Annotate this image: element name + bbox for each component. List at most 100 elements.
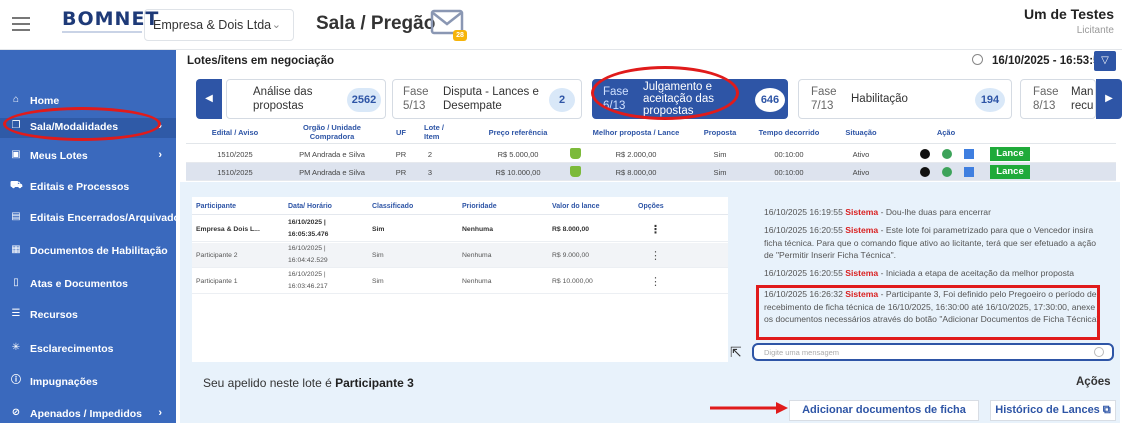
menu-icon[interactable] <box>12 17 30 31</box>
cart-icon: ⛟ <box>10 180 23 191</box>
sidebar-item-meus-lotes[interactable]: ▣ Meus Lotes › <box>0 147 176 167</box>
col-data: Data/ Horário <box>288 203 332 210</box>
cell-participante: Participante 1 <box>196 278 238 285</box>
phase-card-manifestacao[interactable]: Fase 8/13 Man recu <box>1020 79 1096 119</box>
cell-data: 16/10/2025 | <box>288 245 326 252</box>
company-select[interactable]: Empresa & Dois Ltda ⌄ <box>144 9 294 41</box>
lots-table-header: Edital / Aviso Orgão / Unidade Comprador… <box>186 122 1116 144</box>
block-icon: ⊘ <box>11 407 21 418</box>
cell-tempo: 00:10:00 <box>774 150 804 159</box>
cell-preco: R$ 5.000,00 <box>497 150 539 159</box>
table-row[interactable]: 1510/2025 PM Andrada e Silva PR 3 R$ 10.… <box>186 163 1116 181</box>
chat-message: 16/10/2025 16:20:55 Sistema - Este lote … <box>764 224 1104 262</box>
phase-prev-button[interactable]: ◀ <box>196 79 222 119</box>
sidebar-item-label: Meus Lotes <box>30 150 88 162</box>
cell-participante: Empresa & Dois L... <box>196 226 260 233</box>
filter-button[interactable]: ▽ <box>1094 51 1116 71</box>
cell-prioridade: Nenhuma <box>462 226 493 233</box>
sidebar-item-label: Editais Encerrados/Arquivados <box>30 212 186 224</box>
add-technical-docs-button[interactable]: Adicionar documentos de ficha técnica <box>789 400 979 421</box>
sidebar-item-habilitacao[interactable]: ▦ Documentos de Habilitação <box>0 242 176 262</box>
col-lote: Lote / Item <box>424 123 444 141</box>
phase-number: Fase 7/13 <box>811 86 837 112</box>
phase-card-habilitacao[interactable]: Fase 7/13 Habilitação 194 <box>798 79 1012 119</box>
page-title: Sala / Pregão <box>316 13 436 34</box>
kebab-menu-icon[interactable]: ⋮ <box>650 223 661 236</box>
cell-situacao: Ativo <box>852 150 870 159</box>
cell-lote: 3 <box>427 168 433 177</box>
clock-icon[interactable] <box>942 149 952 159</box>
table-row[interactable]: Empresa & Dois L... 16/10/2025 | 16:05:3… <box>192 217 728 242</box>
col-valor: Valor do lance <box>552 203 600 210</box>
lance-button[interactable]: Lance <box>990 165 1030 179</box>
cell-prioridade: Nenhuma <box>462 252 492 259</box>
sidebar-item-label: Esclarecimentos <box>30 343 114 355</box>
cell-situacao: Ativo <box>852 168 870 177</box>
phase-name: Disputa - Lances e Desempate <box>443 86 539 112</box>
chat-timestamp: 16/10/2025 16:20:55 <box>764 225 843 235</box>
table-row[interactable]: Participante 2 16/10/2025 | 16:04:42.529… <box>192 243 728 268</box>
phase-count: 2562 <box>347 88 381 112</box>
col-edital: Edital / Aviso <box>211 128 259 137</box>
chat-timestamp: 16/10/2025 16:20:55 <box>764 268 843 278</box>
sidebar-item-label: Recursos <box>30 309 78 321</box>
current-datetime: 16/10/2025 - 16:53:54 <box>992 55 1106 67</box>
cell-melhor: R$ 8.000,00 <box>615 168 657 177</box>
bid-history-button[interactable]: Histórico de Lances ⧉ <box>990 400 1116 421</box>
chevron-right-icon: › <box>158 407 162 419</box>
phase-number: Fase 8/13 <box>1033 86 1059 112</box>
section-title: Lotes/itens em negociação <box>187 55 334 67</box>
col-opcoes: Opções <box>638 203 664 210</box>
sidebar-item-esclarecimentos[interactable]: ✳ Esclarecimentos <box>0 340 176 360</box>
chat-sender: Sistema <box>845 225 879 235</box>
sidebar-item-encerrados[interactable]: ▤ Editais Encerrados/Arquivados <box>0 209 186 229</box>
chat-text: - Dou-lhe duas para encerrar <box>878 207 991 217</box>
kebab-menu-icon[interactable]: ⋮ <box>650 249 661 262</box>
cell-classificado: Sim <box>372 278 384 285</box>
table-row[interactable]: Participante 1 16/10/2025 | 16:03:46.217… <box>192 269 728 294</box>
cell-uf: PR <box>395 150 407 159</box>
nickname-value: Participante 3 <box>335 376 414 390</box>
chat-input-placeholder: Digite uma mensagem <box>764 348 840 357</box>
sidebar-item-apenados[interactable]: ⊘ Apenados / Impedidos › <box>0 405 176 423</box>
sidebar-item-impugnacoes[interactable]: ⓘ Impugnações <box>0 373 176 393</box>
send-icon[interactable] <box>1094 347 1104 357</box>
cell-valor: R$ 8.000,00 <box>552 226 590 233</box>
sidebar-item-recursos[interactable]: ☰ Recursos <box>0 306 176 326</box>
kebab-menu-icon[interactable]: ⋮ <box>650 275 661 288</box>
col-tempo: Tempo decorrido <box>758 128 820 137</box>
chat-sender: Sistema <box>845 268 879 278</box>
phase-name: Habilitação <box>851 93 908 105</box>
cell-hora: 16:03:46.217 <box>288 283 328 290</box>
details-icon[interactable] <box>964 149 974 159</box>
phase-card-disputa[interactable]: Fase 5/13 Disputa - Lances e Desempate 2 <box>392 79 582 119</box>
thumbs-up-icon <box>570 166 581 177</box>
mouse-cursor-icon: ⇱ <box>730 344 742 360</box>
sun-icon: ✳ <box>11 342 21 353</box>
cell-proposta: Sim <box>713 150 727 159</box>
chevron-down-icon: ⌄ <box>271 19 281 31</box>
highlight-box-message <box>756 285 1100 340</box>
company-name: Empresa & Dois Ltda <box>153 18 272 32</box>
cell-valor: R$ 9.000,00 <box>552 252 590 259</box>
clock-icon <box>972 54 989 67</box>
details-icon[interactable] <box>964 167 974 177</box>
chat-input[interactable]: Digite uma mensagem <box>752 343 1114 361</box>
info-icon: ⓘ <box>11 375 21 386</box>
cell-data: 16/10/2025 | <box>288 271 326 278</box>
user-name[interactable]: Um de Testes <box>1024 6 1114 22</box>
sidebar-item-atas[interactable]: ▯ Atas e Documentos <box>0 275 176 295</box>
cell-edital: 1510/2025 <box>217 168 253 177</box>
sidebar-item-label: Impugnações <box>30 376 98 388</box>
chat-message: 16/10/2025 16:20:55 Sistema - Iniciada a… <box>764 267 1104 280</box>
info-icon[interactable] <box>920 167 930 177</box>
table-row[interactable]: 1510/2025 PM Andrada e Silva PR 2 R$ 5.0… <box>186 145 1116 163</box>
phase-next-button[interactable]: ▶ <box>1096 79 1122 119</box>
phase-card-analise[interactable]: Análise das propostas 2562 <box>226 79 386 119</box>
sidebar-item-editais[interactable]: ⛟ Editais e Processos <box>0 178 176 198</box>
clock-icon[interactable] <box>942 167 952 177</box>
lance-button[interactable]: Lance <box>990 147 1030 161</box>
chat-sender: Sistema <box>845 207 879 217</box>
cell-data: 16/10/2025 | <box>288 219 326 226</box>
info-icon[interactable] <box>920 149 930 159</box>
